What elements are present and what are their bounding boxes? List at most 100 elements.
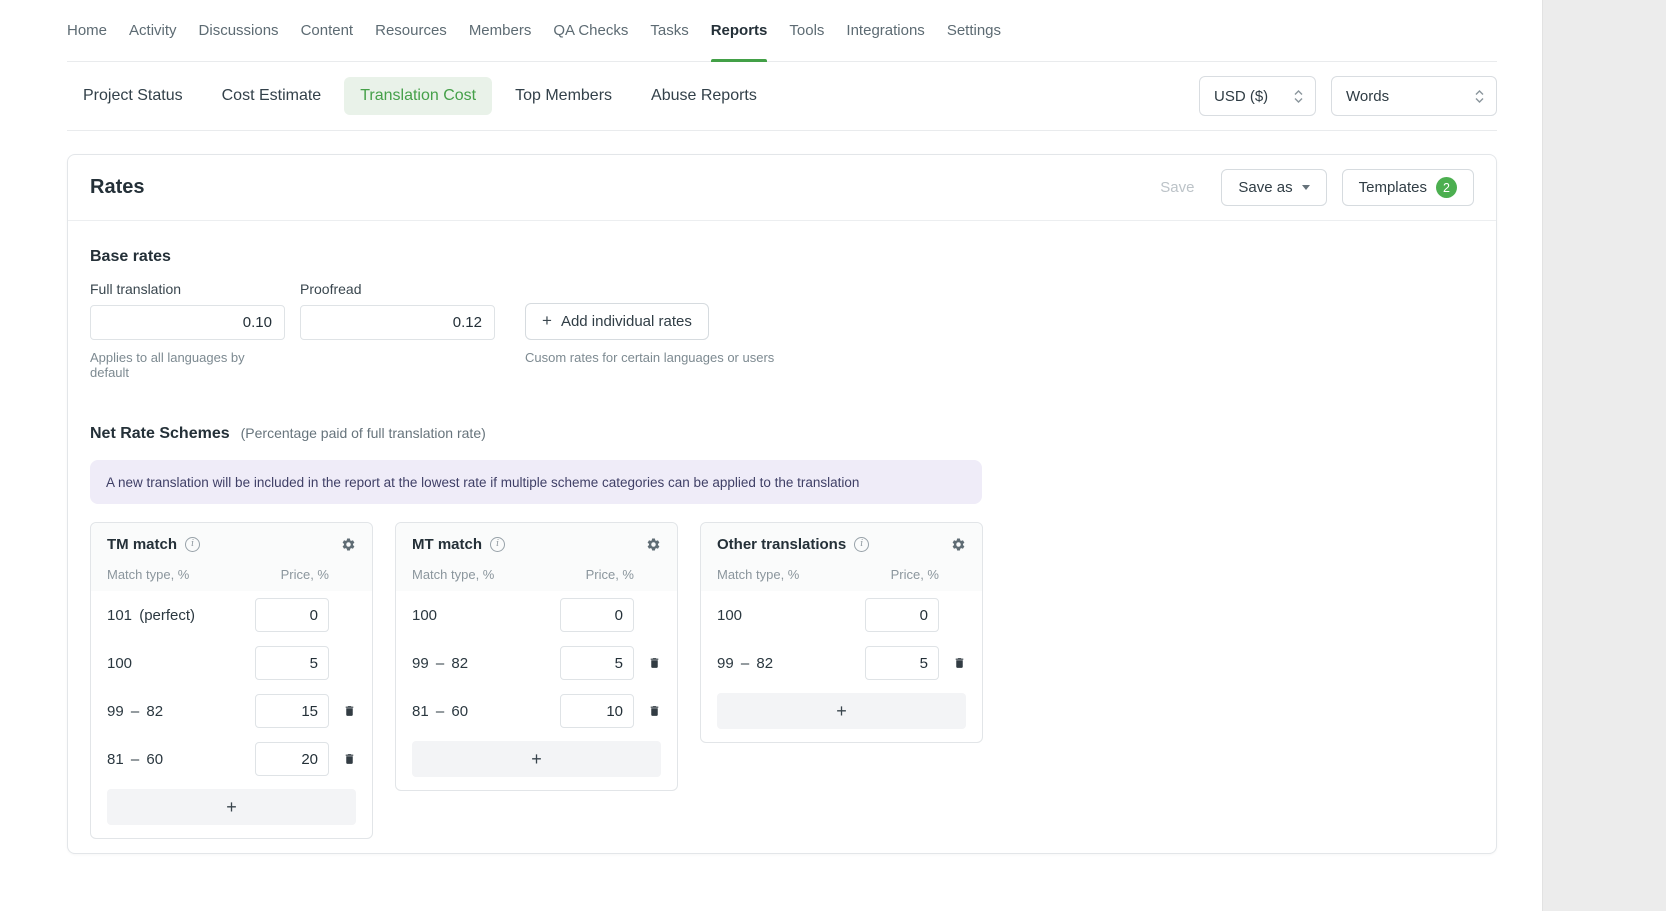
- match-type-value: 99 – 82: [412, 655, 560, 672]
- gear-icon[interactable]: [646, 537, 661, 552]
- match-type-value: 100: [107, 655, 255, 672]
- tab-project-status[interactable]: Project Status: [67, 77, 199, 115]
- gear-icon[interactable]: [341, 537, 356, 552]
- trash-icon[interactable]: [648, 704, 661, 718]
- nav-item-discussions[interactable]: Discussions: [199, 0, 279, 61]
- nav-item-settings[interactable]: Settings: [947, 0, 1001, 61]
- scheme-card: TM match i Match type, % Price, % 101 (p…: [90, 522, 373, 839]
- trash-icon[interactable]: [953, 656, 966, 670]
- main-content: Home Activity Discussions Content Resour…: [67, 0, 1497, 854]
- add-individual-rates-helper: Cusom rates for certain languages or use…: [525, 350, 774, 365]
- price-input[interactable]: [865, 598, 939, 632]
- save-button[interactable]: Save: [1148, 171, 1206, 204]
- report-options: USD ($) Words: [1199, 76, 1497, 116]
- scheme-row: 81 – 60: [396, 687, 677, 735]
- proofread-field: Proofread: [300, 281, 495, 380]
- schemes-container: TM match i Match type, % Price, % 101 (p…: [90, 522, 1474, 839]
- match-type-value: 100: [412, 607, 560, 624]
- gear-icon[interactable]: [951, 537, 966, 552]
- scheme-row: 99 – 82: [701, 639, 982, 687]
- scheme-row: 101 (perfect): [91, 591, 372, 639]
- scheme-header: TM match i Match type, % Price, %: [91, 523, 372, 591]
- full-translation-input[interactable]: [90, 305, 285, 340]
- templates-button[interactable]: Templates 2: [1342, 169, 1474, 206]
- match-type-column-header: Match type, %: [107, 567, 189, 582]
- plus-icon: +: [531, 749, 542, 770]
- rates-card: Rates Save Save as Templates 2 Base rate…: [67, 154, 1497, 854]
- save-as-button[interactable]: Save as: [1221, 169, 1326, 206]
- price-input[interactable]: [865, 646, 939, 680]
- add-individual-rates-button[interactable]: + Add individual rates: [525, 303, 709, 340]
- reports-subnav: Project Status Cost Estimate Translation…: [67, 62, 1497, 131]
- price-input[interactable]: [560, 694, 634, 728]
- caret-down-icon: [1302, 185, 1310, 190]
- top-nav: Home Activity Discussions Content Resour…: [67, 0, 1497, 62]
- right-gutter: [1542, 0, 1666, 911]
- full-translation-helper: Applies to all languages by default: [90, 350, 285, 380]
- nav-item-resources[interactable]: Resources: [375, 0, 447, 61]
- select-chevrons-icon: [1475, 89, 1484, 104]
- tab-abuse-reports[interactable]: Abuse Reports: [635, 77, 773, 115]
- scheme-row: 99 – 82: [91, 687, 372, 735]
- trash-icon[interactable]: [343, 704, 356, 718]
- add-row-button[interactable]: +: [107, 789, 356, 825]
- templates-label: Templates: [1359, 179, 1427, 196]
- price-column-header: Price, %: [586, 567, 634, 582]
- scheme-card: MT match i Match type, % Price, % 100 99…: [395, 522, 678, 791]
- price-input[interactable]: [255, 742, 329, 776]
- add-individual-rates-label: Add individual rates: [561, 313, 692, 330]
- tab-cost-estimate[interactable]: Cost Estimate: [206, 77, 338, 115]
- save-as-label: Save as: [1238, 179, 1292, 196]
- nav-item-tools[interactable]: Tools: [789, 0, 824, 61]
- rates-card-body: Base rates Full translation Applies to a…: [68, 248, 1496, 839]
- tab-top-members[interactable]: Top Members: [499, 77, 628, 115]
- price-input[interactable]: [255, 598, 329, 632]
- scheme-row: 99 – 82: [396, 639, 677, 687]
- net-rate-schemes-subheading: (Percentage paid of full translation rat…: [241, 425, 486, 441]
- scheme-header: MT match i Match type, % Price, %: [396, 523, 677, 591]
- scheme-row: 81 – 60: [91, 735, 372, 783]
- scheme-title: Other translations: [717, 536, 846, 553]
- add-row-button[interactable]: +: [412, 741, 661, 777]
- nav-item-members[interactable]: Members: [469, 0, 532, 61]
- scheme-card: Other translations i Match type, % Price…: [700, 522, 983, 743]
- select-chevrons-icon: [1294, 89, 1303, 104]
- nav-item-content[interactable]: Content: [301, 0, 354, 61]
- rates-card-header: Rates Save Save as Templates 2: [68, 155, 1496, 221]
- price-column-header: Price, %: [281, 567, 329, 582]
- nav-item-tasks[interactable]: Tasks: [650, 0, 688, 61]
- scheme-row: 100: [701, 591, 982, 639]
- templates-count-badge: 2: [1436, 177, 1457, 198]
- scheme-rows: 100 99 – 82 81 – 60: [396, 591, 677, 735]
- match-type-column-header: Match type, %: [412, 567, 494, 582]
- price-input[interactable]: [255, 646, 329, 680]
- info-icon[interactable]: i: [185, 537, 200, 552]
- price-input[interactable]: [560, 646, 634, 680]
- scheme-title: MT match: [412, 536, 482, 553]
- trash-icon[interactable]: [648, 656, 661, 670]
- info-icon[interactable]: i: [854, 537, 869, 552]
- tab-translation-cost[interactable]: Translation Cost: [344, 77, 492, 115]
- plus-icon: +: [542, 312, 552, 329]
- nav-item-reports[interactable]: Reports: [711, 0, 768, 61]
- unit-select[interactable]: Words: [1331, 76, 1497, 116]
- info-icon[interactable]: i: [490, 537, 505, 552]
- nav-item-home[interactable]: Home: [67, 0, 107, 61]
- match-type-value: 100: [717, 607, 865, 624]
- add-row-button[interactable]: +: [717, 693, 966, 729]
- currency-select[interactable]: USD ($): [1199, 76, 1316, 116]
- match-type-value: 101 (perfect): [107, 607, 255, 624]
- nav-item-qa-checks[interactable]: QA Checks: [553, 0, 628, 61]
- nav-item-activity[interactable]: Activity: [129, 0, 177, 61]
- price-input[interactable]: [255, 694, 329, 728]
- full-translation-label: Full translation: [90, 281, 285, 297]
- nav-item-integrations[interactable]: Integrations: [846, 0, 924, 61]
- lowest-rate-info-banner: A new translation will be included in th…: [90, 460, 982, 504]
- trash-icon[interactable]: [343, 752, 356, 766]
- price-input[interactable]: [560, 598, 634, 632]
- currency-select-value: USD ($): [1214, 88, 1268, 105]
- rates-title: Rates: [90, 176, 144, 199]
- scheme-row: 100: [396, 591, 677, 639]
- proofread-input[interactable]: [300, 305, 495, 340]
- scheme-title: TM match: [107, 536, 177, 553]
